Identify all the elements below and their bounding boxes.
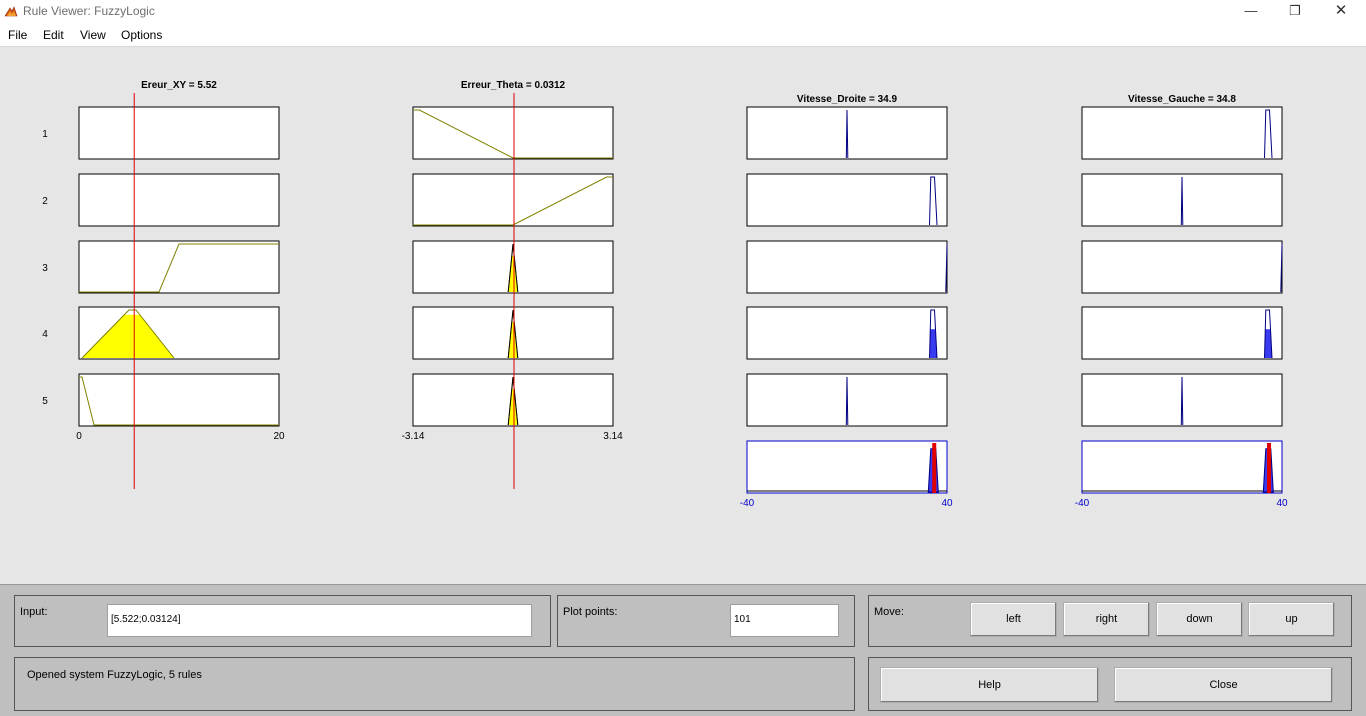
status-text: Opened system FuzzyLogic, 5 rules [27, 669, 202, 681]
help-button[interactable]: Help [880, 667, 1099, 703]
actions-panel: Help Close [868, 657, 1352, 711]
input-1-rule-5-box [78, 373, 280, 427]
input-2-rule-2-box [412, 173, 614, 227]
move-panel: Move: left right down up [868, 595, 1352, 647]
output-1-rule-3-box [746, 240, 948, 294]
plot-points-panel: Plot points: 101 [557, 595, 855, 647]
output-2-rule-1-box [1081, 106, 1283, 160]
rule-plot-area: 1 2 3 4 5 Ereur_XY = 5.52 0 20 Erreur_Theta = 0.… [0, 48, 1366, 584]
restore-button[interactable]: ❐ [1272, 0, 1318, 24]
input-title-1: Ereur_XY = 5.52 [141, 80, 217, 91]
rule-number-1: 1 [42, 129, 48, 140]
title-bar: Rule Viewer: FuzzyLogic — ❐ ✕ [0, 0, 1366, 24]
input-label: Input: [20, 606, 48, 618]
matlab-icon [4, 6, 18, 17]
menu-view[interactable]: View [80, 28, 106, 42]
menu-options[interactable]: Options [121, 28, 162, 42]
output-2-rule-3-box [1081, 240, 1283, 294]
plot-points-label: Plot points: [563, 606, 618, 618]
rule-number-2: 2 [42, 196, 48, 207]
output-1-aggregate-box [746, 440, 948, 494]
control-panel: Input: [5.522;0.03124] Plot points: 101 … [0, 584, 1366, 716]
input-1-rule-1-box [78, 106, 280, 160]
window-title: Rule Viewer: FuzzyLogic [23, 4, 155, 18]
output-1-tick-min: -40 [740, 498, 755, 509]
input-1-rule-2-box [78, 173, 280, 227]
close-window-button[interactable]: ✕ [1318, 0, 1364, 24]
output-2-rule-4-box [1081, 306, 1283, 360]
output-2-aggregate-box [1081, 440, 1283, 494]
status-panel: Opened system FuzzyLogic, 5 rules [14, 657, 855, 711]
menu-edit[interactable]: Edit [43, 28, 64, 42]
rule-number-3: 3 [42, 263, 48, 274]
minimize-button[interactable]: — [1228, 0, 1274, 24]
input-1-tick-max: 20 [273, 431, 285, 442]
output-2-tick-max: 40 [1276, 498, 1288, 509]
rule-plots: 1 2 3 4 5 Ereur_XY = 5.52 0 20 Erreur_Theta = 0.… [42, 80, 1288, 509]
move-down-button[interactable]: down [1156, 602, 1243, 637]
plot-points-field[interactable]: 101 [730, 604, 839, 637]
output-title-2: Vitesse_Gauche = 34.8 [1128, 94, 1236, 105]
output-1-rule-2-box [746, 173, 948, 227]
input-1-tick-min: 0 [76, 431, 82, 442]
input-2-rule-1-box [412, 106, 614, 160]
input-field[interactable]: [5.522;0.03124] [107, 604, 532, 637]
rule-number-4: 4 [42, 329, 48, 340]
move-left-button[interactable]: left [970, 602, 1057, 637]
output-1-rule-4-box [746, 306, 948, 360]
move-label: Move: [874, 606, 904, 618]
move-up-button[interactable]: up [1248, 602, 1335, 637]
output-2-tick-min: -40 [1075, 498, 1090, 509]
rule-number-5: 5 [42, 396, 48, 407]
input-1-rule-3-box [78, 240, 280, 294]
input-2-tick-min: -3.14 [402, 431, 425, 442]
output-1-tick-max: 40 [941, 498, 953, 509]
close-button[interactable]: Close [1114, 667, 1333, 703]
move-right-button[interactable]: right [1063, 602, 1150, 637]
input-title-2: Erreur_Theta = 0.0312 [461, 80, 566, 91]
input-panel: Input: [5.522;0.03124] [14, 595, 551, 647]
input-2-tick-max: 3.14 [603, 431, 623, 442]
menu-file[interactable]: File [8, 28, 27, 42]
menu-bar: File Edit View Options [0, 24, 1366, 47]
output-title-1: Vitesse_Droite = 34.9 [797, 94, 898, 105]
